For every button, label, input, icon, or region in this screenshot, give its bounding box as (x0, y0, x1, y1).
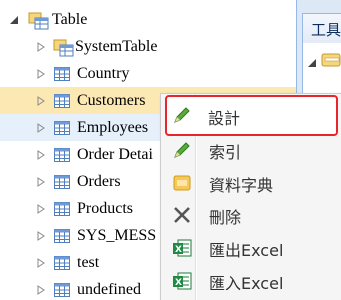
svg-text:X: X (175, 245, 182, 255)
table-icon (54, 282, 70, 297)
svg-text:X: X (175, 278, 182, 288)
expanded-triangle-icon[interactable] (307, 55, 317, 73)
table-icon (54, 174, 70, 189)
dictionary-icon (172, 173, 192, 193)
tool-folder-icon (321, 51, 341, 74)
table-icon (54, 147, 70, 162)
tree-item-label: undefined (77, 280, 141, 298)
collapsed-triangle-icon[interactable] (36, 122, 46, 133)
folder-table-icon (28, 10, 50, 30)
collapsed-triangle-icon[interactable] (36, 176, 46, 187)
tree-item-systemtable[interactable]: SystemTable (0, 33, 296, 60)
tools-panel-title: 工具 (311, 21, 341, 39)
tree-item-label: Products (77, 199, 133, 217)
tree-item-label: Employees (77, 118, 149, 136)
folder-table-icon (53, 37, 75, 57)
menu-item-label: 匯出Excel (209, 241, 284, 260)
menu-item-label: 匯入Excel (209, 274, 284, 293)
pencil-icon (172, 105, 192, 125)
menu-item-label: 設計 (208, 109, 241, 128)
collapsed-triangle-icon[interactable] (36, 149, 46, 160)
table-icon (54, 66, 70, 81)
collapsed-triangle-icon[interactable] (36, 284, 46, 295)
menu-item-data-dictionary[interactable]: 資料字典 (161, 166, 341, 198)
table-icon (54, 228, 70, 243)
menu-item-index[interactable]: 索引 (161, 133, 341, 165)
collapsed-triangle-icon[interactable] (36, 68, 46, 79)
table-icon (54, 93, 70, 108)
collapsed-triangle-icon[interactable] (36, 41, 46, 52)
collapsed-triangle-icon[interactable] (36, 230, 46, 241)
menu-item-import-excel[interactable]: X 匯入Excel (161, 264, 341, 296)
tree-item-label: SystemTable (75, 37, 158, 55)
tree-item-country[interactable]: Country (0, 60, 296, 87)
tree-root-table[interactable]: Table (0, 6, 87, 33)
menu-item-label: 資料字典 (209, 176, 274, 195)
menu-item-delete[interactable]: 刪除 (161, 198, 341, 230)
tree-item-label: Country (77, 64, 130, 82)
menu-item-label: 刪除 (209, 208, 242, 227)
pencil-icon (172, 140, 192, 160)
table-icon (54, 255, 70, 270)
collapsed-triangle-icon[interactable] (36, 95, 46, 106)
collapsed-triangle-icon[interactable] (36, 257, 46, 268)
excel-export-icon: X (172, 238, 192, 258)
tree-item-label: Customers (77, 91, 146, 109)
excel-import-icon: X (172, 271, 192, 291)
tools-panel-header[interactable]: 工具 (302, 13, 341, 45)
expanded-triangle-icon[interactable] (9, 15, 19, 25)
table-icon (54, 201, 70, 216)
tree-root-label: Table (52, 10, 88, 28)
table-icon (54, 120, 70, 135)
tree-item-label: Orders (77, 172, 121, 190)
delete-x-icon (172, 205, 192, 225)
tree-item-label: Order Detai (77, 145, 153, 163)
menu-item-design[interactable]: 設計 (165, 95, 338, 136)
menu-item-label: 索引 (209, 143, 242, 162)
collapsed-triangle-icon[interactable] (36, 203, 46, 214)
menu-item-export-excel[interactable]: X 匯出Excel (161, 231, 341, 263)
app-window: Table SystemTable Country Customers Empl… (0, 0, 341, 300)
tree-item-label: SYS_MESS (77, 226, 157, 244)
tree-item-label: test (77, 253, 100, 271)
